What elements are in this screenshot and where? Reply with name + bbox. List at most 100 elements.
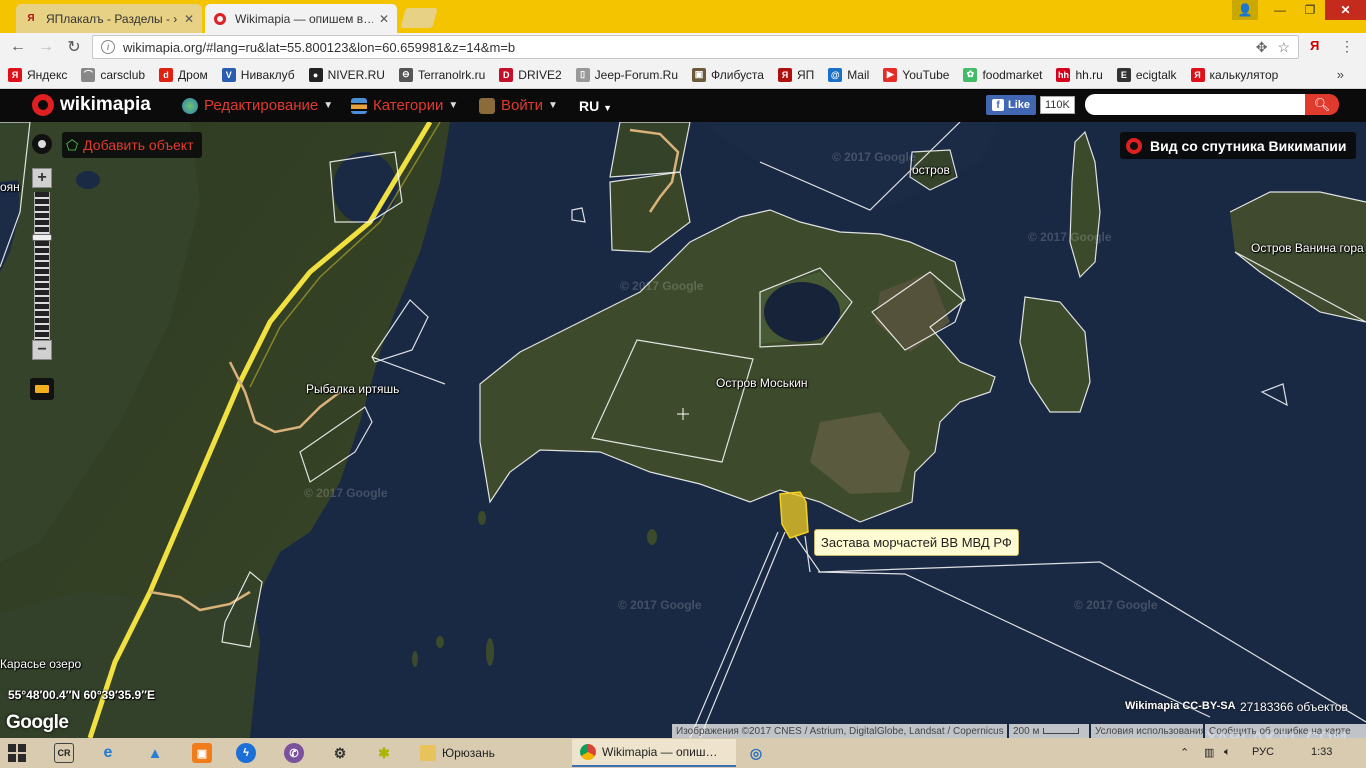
volume-icon[interactable]: 🔈︎ — [1224, 746, 1231, 759]
extension-puzzle-icon[interactable]: ✥ — [1256, 39, 1268, 56]
google-watermark: © 2017 Google — [1074, 598, 1158, 612]
label-ostrov[interactable]: остров — [912, 163, 950, 177]
imagery-attribution: Изображения ©2017 CNES / Astrium, Digita… — [672, 724, 1007, 738]
taskbar-app-folder[interactable]: Юрюзань — [412, 739, 567, 767]
car-icon: ⌒ — [81, 67, 96, 82]
input-language[interactable]: РУС — [1252, 746, 1274, 758]
label-ostrov-moskin[interactable]: Остров Моськин — [716, 376, 808, 390]
site-info-icon[interactable]: i — [101, 40, 115, 54]
language-selector[interactable]: RU ▼ — [579, 98, 612, 114]
search-icon: 🔍︎ — [1313, 96, 1331, 112]
map-canvas[interactable]: © 2017 Google © 2017 Google © 2017 Googl… — [0, 122, 1366, 738]
new-tab-button[interactable] — [400, 8, 438, 28]
taskbar-app-chrome[interactable]: Wikimapia — опиш… — [572, 739, 736, 767]
map-search-input[interactable] — [1085, 94, 1305, 115]
bookmark-2[interactable]: d Дром — [159, 67, 208, 82]
tab-strip: Я ЯПлакалъ - Разделы - › ✕ Wikimapia — о… — [0, 0, 1366, 33]
bookmark-3[interactable]: V Нивaклуб — [221, 67, 295, 82]
satellite-view-button[interactable]: Вид со спутника Викимапии — [1120, 132, 1357, 159]
terms-link[interactable]: Условия использования — [1091, 724, 1203, 738]
label-karasye-ozero[interactable]: Карасье озеро — [0, 657, 81, 671]
search-button[interactable]: 🔍︎ — [1305, 94, 1339, 115]
bookmarks-bar: Я Яндекс ⌒ carsclub d Дром V Нивaклуб ● NIVER.RU ⊖… — [0, 61, 1366, 89]
scale-bar[interactable]: 200 м — [1009, 724, 1089, 738]
bookmark-14[interactable]: Eecigtalk — [1116, 67, 1177, 82]
forward-button[interactable]: → — [36, 37, 56, 57]
bookmark-4[interactable]: ● NIVER.RU — [308, 67, 385, 82]
zoom-out-button[interactable]: − — [32, 340, 52, 360]
zoom-in-button[interactable]: + — [32, 168, 52, 188]
bookmark-star-icon[interactable]: ☆ — [1277, 39, 1290, 56]
bookmark-13[interactable]: hh hh.ru — [1056, 67, 1103, 82]
drive-app-icon[interactable]: ▲ — [145, 743, 165, 763]
bookmark-7[interactable]: ▯ Jeep-Forum.Ru — [575, 67, 678, 82]
tab-title: Wikimapia — опишем в… — [235, 11, 373, 26]
address-bar[interactable]: i wikimapia.org/#lang=ru&lat=55.800123&l… — [92, 35, 1299, 59]
yandex-icon: Я — [8, 67, 22, 82]
bookmark-5[interactable]: ⊖ Terranolrk.ru — [398, 67, 485, 82]
bookmark-10[interactable]: @ Mail — [828, 67, 869, 82]
network-tray-icon[interactable]: ▥ — [1204, 746, 1214, 759]
zoom-slider-track[interactable] — [34, 192, 50, 352]
bookmark-label: carsclub — [100, 67, 146, 82]
close-tab-icon[interactable]: ✕ — [379, 12, 389, 26]
maximize-button[interactable]: ❐ — [1295, 0, 1325, 20]
chrome-menu-icon[interactable]: ⋮ — [1340, 38, 1354, 55]
media-player-icon[interactable]: ▣ — [192, 743, 212, 763]
yaplakal-favicon-icon: Я — [27, 13, 35, 24]
google-watermark: © 2017 Google — [832, 150, 916, 164]
yandex-extension-icon[interactable]: Я — [1310, 38, 1319, 53]
label-oyan[interactable]: оян — [0, 180, 20, 194]
label-ostrov-vanina-gora[interactable]: Остров Ванина гора — [1251, 241, 1364, 255]
terra-icon: ⊖ — [398, 67, 413, 82]
close-tab-icon[interactable]: ✕ — [184, 12, 194, 26]
bookmark-8[interactable]: ▣ Флибуста — [692, 67, 764, 82]
utility-app-icon[interactable]: ✱ — [374, 743, 394, 763]
menu-categories[interactable]: Категории ▼ — [351, 97, 458, 114]
close-window-button[interactable]: ✕ — [1325, 0, 1366, 20]
minimize-button[interactable]: — — [1265, 0, 1295, 20]
bookmark-9[interactable]: Я ЯП — [777, 67, 814, 82]
reload-button[interactable]: ↻ — [64, 37, 84, 57]
network-app-icon[interactable]: ◎ — [746, 743, 766, 763]
ecig-icon: E — [1116, 67, 1131, 82]
user-profile-icon[interactable]: 👤 — [1232, 0, 1258, 20]
label-rybalka-irtyash[interactable]: Рыбалка иртяшь — [306, 382, 399, 396]
start-button[interactable] — [8, 744, 26, 762]
bookmark-11[interactable]: ▶ YouTube — [883, 67, 949, 82]
tab-yaplakal[interactable]: Я ЯПлакалъ - Разделы - › ✕ — [16, 4, 202, 33]
more-bookmarks-icon[interactable]: » — [1337, 67, 1344, 82]
google-logo[interactable]: Google — [6, 712, 69, 734]
menu-login[interactable]: Войти ▼ — [479, 97, 558, 114]
back-button[interactable]: ← — [8, 37, 28, 57]
ruler-icon — [35, 385, 49, 393]
settings-app-icon[interactable]: ⚙ — [330, 743, 350, 763]
add-object-button[interactable]: ⬠ Добавить объект — [62, 132, 202, 158]
tray-expand-icon[interactable]: ⌃ — [1180, 746, 1189, 759]
clock[interactable]: 1:33 — [1311, 746, 1332, 758]
facebook-like-button[interactable]: f Like — [986, 95, 1037, 115]
wikimapia-logo[interactable]: wikimapia — [32, 94, 151, 116]
bookmark-label: Дром — [178, 67, 208, 82]
bookmark-label: Яндекс — [27, 67, 68, 82]
viber-icon[interactable]: ✆ — [284, 743, 304, 763]
bookmark-label: foodmarket — [982, 67, 1043, 82]
layers-toggle-button[interactable] — [32, 134, 52, 154]
bookmark-6[interactable]: D DRIVE2 — [499, 67, 562, 82]
cr-app-icon[interactable]: CR — [54, 743, 74, 763]
tab-wikimapia[interactable]: Wikimapia — опишем в… ✕ — [205, 4, 397, 33]
bookmark-0[interactable]: Я Яндекс — [8, 67, 68, 82]
drive2-icon: D — [499, 67, 514, 82]
flibusta-icon: ▣ — [692, 67, 707, 82]
internet-explorer-icon[interactable]: e — [98, 743, 118, 763]
ruler-tool-button[interactable] — [30, 378, 54, 400]
bookmark-15[interactable]: Якалькулятор — [1190, 67, 1278, 82]
menu-edit[interactable]: Редактирование ▼ — [182, 97, 333, 114]
cursor-coordinates: 55°48′00.4″N 60°39′35.9″E — [8, 688, 155, 702]
bookmark-12[interactable]: ✿ foodmarket — [963, 67, 1043, 82]
license-link[interactable]: Wikimapia CC-BY-SA — [1125, 700, 1236, 712]
zoom-slider-handle[interactable] — [32, 234, 52, 241]
flash-app-icon[interactable]: ϟ — [236, 743, 256, 763]
menu-login-label: Войти — [501, 97, 543, 114]
bookmark-1[interactable]: ⌒ carsclub — [81, 67, 146, 82]
